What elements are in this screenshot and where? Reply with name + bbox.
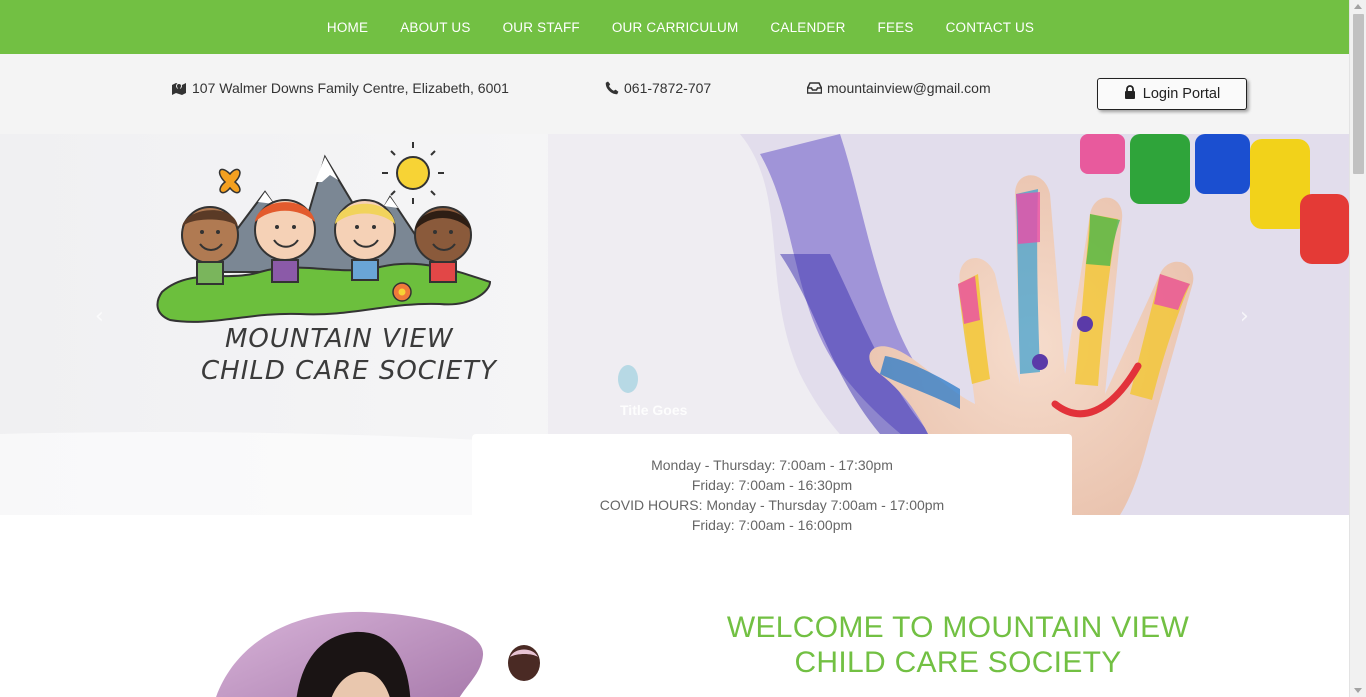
- hours-line: Friday: 7:00am - 16:00pm: [691, 517, 853, 533]
- nav-item-our-curriculum[interactable]: OUR CARRICULUM: [596, 20, 755, 35]
- welcome-line2: CHILD CARE SOCIETY: [794, 646, 1122, 679]
- mountain-view-logo: [156, 142, 492, 323]
- inbox-icon: [807, 82, 822, 94]
- page-scrollbar[interactable]: [1349, 0, 1366, 697]
- contact-info-bar: 107 Walmer Downs Family Centre, Elizabet…: [0, 54, 1349, 134]
- logo-text-line1: MOUNTAIN VIEW: [225, 324, 454, 354]
- hours-line: Friday: 7:00am - 16:30pm: [691, 477, 853, 493]
- welcome-line1: WELCOME TO MOUNTAIN VIEW: [726, 611, 1190, 644]
- nav-item-contact-us[interactable]: CONTACT US: [930, 20, 1051, 35]
- chevron-right-icon[interactable]: ›: [1240, 304, 1249, 329]
- phone-info: 061-7872-707: [605, 80, 711, 96]
- scroll-down-icon[interactable]: [1354, 688, 1362, 693]
- lock-icon: [1124, 85, 1136, 103]
- email-text[interactable]: mountainview@gmail.com: [827, 80, 991, 96]
- nav-item-our-staff[interactable]: OUR STAFF: [487, 20, 596, 35]
- address-text: 107 Walmer Downs Family Centre, Elizabet…: [192, 80, 509, 96]
- hours-line: Monday - Thursday: 7:00am - 17:30pm: [651, 457, 893, 473]
- child-photo: [216, 611, 484, 697]
- slide-caption: Title Goes: [620, 402, 688, 418]
- address-info: 107 Walmer Downs Family Centre, Elizabet…: [171, 80, 509, 96]
- nav-item-about-us[interactable]: ABOUT US: [384, 20, 486, 35]
- hours-line: COVID HOURS: Monday - Thursday 7:00am - …: [599, 497, 945, 513]
- phone-text[interactable]: 061-7872-707: [624, 80, 711, 96]
- phone-icon: [605, 81, 619, 95]
- nav-item-fees[interactable]: FEES: [862, 20, 930, 35]
- scroll-up-icon[interactable]: [1354, 4, 1362, 9]
- decorative-cupcake-image: [508, 645, 540, 681]
- scrollbar-thumb[interactable]: [1353, 14, 1364, 174]
- opening-hours-card: Monday - Thursday: 7:00am - 17:30pm Frid…: [472, 434, 1072, 544]
- nav-item-home[interactable]: HOME: [311, 20, 384, 35]
- logo-text-line2: CHILD CARE SOCIETY: [201, 356, 497, 386]
- email-info: mountainview@gmail.com: [807, 80, 991, 96]
- chevron-left-icon[interactable]: ‹: [95, 304, 104, 329]
- login-portal-button[interactable]: Login Portal: [1097, 78, 1247, 110]
- map-marker-icon: [171, 81, 187, 95]
- welcome-heading: WELCOME TO MOUNTAIN VIEW CHILD CARE SOCI…: [690, 610, 1226, 680]
- page: HOME ABOUT US OUR STAFF OUR CARRICULUM C…: [0, 0, 1349, 697]
- main-navbar: HOME ABOUT US OUR STAFF OUR CARRICULUM C…: [0, 0, 1349, 54]
- login-portal-label: Login Portal: [1142, 86, 1221, 102]
- nav-item-calender[interactable]: CALENDER: [754, 20, 861, 35]
